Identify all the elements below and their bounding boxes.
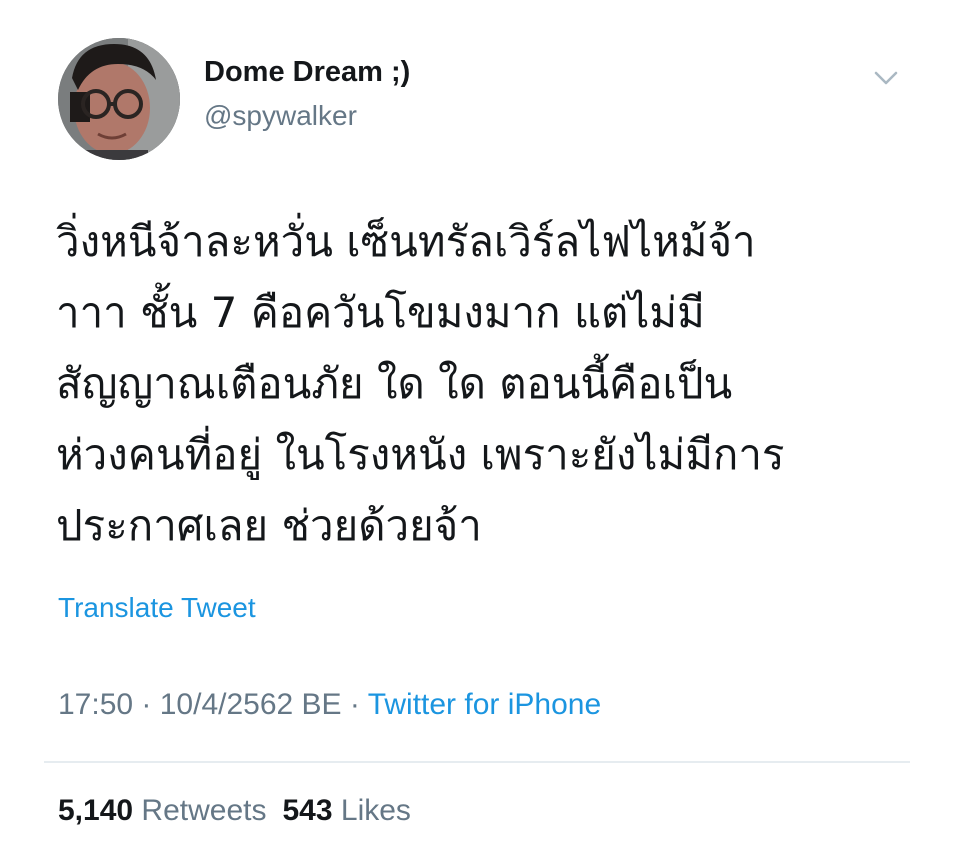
retweets-label: Retweets <box>141 794 267 827</box>
likes-stat[interactable]: 543 Likes <box>282 794 410 827</box>
chevron-down-icon[interactable] <box>872 68 900 88</box>
tweet-text-line: ห่วงคนที่อยู่ ในโรงหนัง เพราะยังไม่มีการ <box>56 430 785 479</box>
likes-label: Likes <box>340 794 411 827</box>
tweet-date[interactable]: 10/4/2562 BE <box>160 688 342 721</box>
tweet-text-line: ประกาศเลย ช่วยด้วยจ้า <box>56 501 482 550</box>
retweets-count: 5,140 <box>58 794 134 827</box>
display-name[interactable]: Dome Dream ;) <box>204 56 410 89</box>
retweets-stat[interactable]: 5,140 Retweets <box>58 794 266 827</box>
tweet-text: วิ่งหนีจ้าละหวั่น เซ็นทรัลเวิร์ลไฟไหม้จ้… <box>56 206 916 561</box>
engagement-stats: 5,140 Retweets 543 Likes <box>58 794 411 828</box>
username-handle[interactable]: @spywalker <box>204 100 357 132</box>
avatar-photo <box>58 38 180 160</box>
translate-tweet-link[interactable]: Translate Tweet <box>58 592 256 624</box>
meta-separator: · <box>341 688 368 721</box>
likes-count: 543 <box>282 794 333 827</box>
tweet-text-line: สัญญาณเตือนภัย ใด ใด ตอนนี้คือเป็น <box>56 359 733 408</box>
tweet-source-link[interactable]: Twitter for iPhone <box>368 688 601 721</box>
tweet-text-line: าาา ชั้น 7 คือควันโขมงมาก แต่ไม่มี <box>56 288 705 337</box>
tweet-text-line: วิ่งหนีจ้าละหวั่น เซ็นทรัลเวิร์ลไฟไหม้จ้… <box>56 217 756 266</box>
meta-separator: · <box>133 688 160 721</box>
divider <box>44 761 910 763</box>
tweet-time[interactable]: 17:50 <box>58 688 133 721</box>
tweet-detail: Dome Dream ;) @spywalker วิ่งหนีจ้าละหวั… <box>0 0 954 857</box>
avatar[interactable] <box>58 38 180 160</box>
tweet-metadata: 17:50 · 10/4/2562 BE · Twitter for iPhon… <box>58 688 601 722</box>
